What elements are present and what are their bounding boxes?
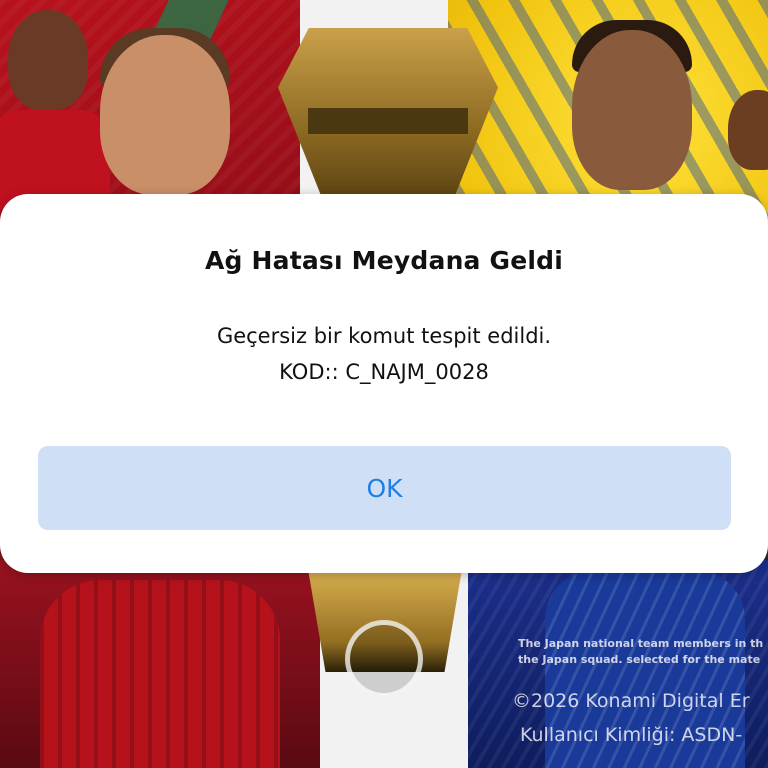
player-portrait-center-left — [100, 35, 230, 195]
dialog-title: Ağ Hatası Meydana Geldi — [204, 246, 564, 275]
japan-note-line-1: The Japan national team members in th — [518, 637, 764, 650]
japan-note-line-2: the Japan squad. selected for the mate — [518, 653, 761, 666]
dialog-message-line-1: Geçersiz bir komut tespit edildi. — [216, 324, 552, 348]
dialog-message: Geçersiz bir komut tespit edildi. KOD:: … — [0, 318, 768, 390]
user-id-text: Kullanıcı Kimliği: ASDN- — [520, 724, 743, 746]
player-portrait-left — [8, 10, 88, 110]
player-shirt-pattern-bottom-left — [40, 580, 280, 768]
dialog-error-code: KOD:: C_NAJM_0028 — [279, 360, 489, 384]
japan-team-note: The Japan national team members in th th… — [518, 636, 768, 668]
player-portrait-center-right — [572, 30, 692, 190]
network-error-dialog: Ağ Hatası Meydana Geldi Geçersiz bir kom… — [0, 194, 768, 573]
ok-button[interactable]: OK — [38, 446, 731, 530]
trophy-slot — [308, 108, 468, 134]
copyright-text: ©2026 Konami Digital Er — [512, 690, 750, 712]
camera-cutout — [345, 620, 423, 698]
